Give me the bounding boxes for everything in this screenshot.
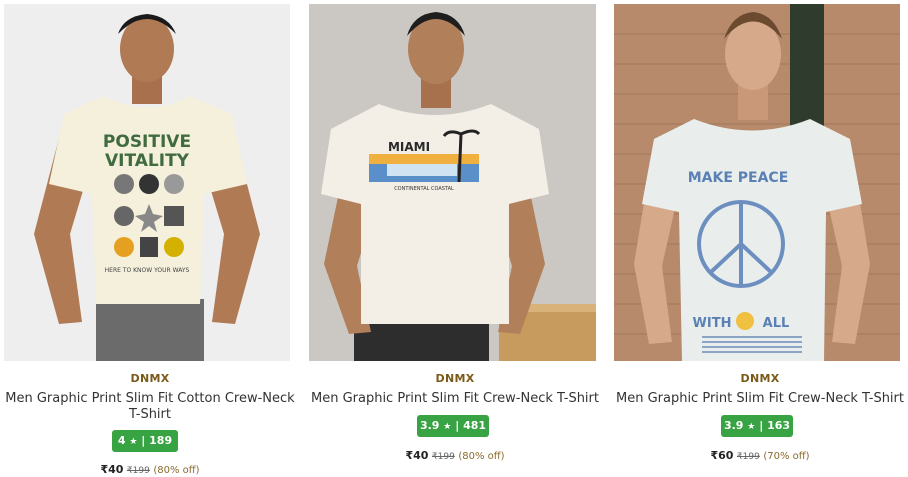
price-row: ₹60 ₹199 (70% off) [610,449,908,462]
star-icon: ★ [747,422,756,432]
rating-badge: 3.9 ★ | 163 [721,415,793,437]
discount-label: (80% off) [153,465,200,476]
rating-value: 4 [117,434,126,447]
product-brand: DNMX [740,372,780,385]
product-card[interactable]: MAKE PEACE WITH ALL DNMX Men Graphic Pri… [610,0,908,477]
price-row: ₹40 ₹199 (80% off) [0,463,300,476]
rating-value: 3.9 [723,419,744,432]
print-line2: VITALITY [105,151,190,171]
rating-badge: 3.9 ★ | 481 [417,415,489,437]
current-price: ₹40 [405,449,429,462]
product-brand: DNMX [130,372,170,385]
product-image[interactable]: MAKE PEACE WITH ALL [614,4,900,361]
rating-badge: 4 ★ | 189 [112,430,178,452]
print-line1: MAKE PEACE [688,170,789,186]
product-name[interactable]: Men Graphic Print Slim Fit Cotton Crew-N… [0,391,300,423]
print-line3: ALL [763,316,790,331]
print-line1: POSITIVE [103,132,191,152]
star-icon: ★ [129,437,138,447]
discount-label: (80% off) [458,451,505,462]
original-price: ₹199 [126,466,150,476]
original-price: ₹199 [736,452,760,462]
product-grid: POSITIVE VITALITY HERE TO KNOW YOUR WAYS… [0,0,908,477]
print-caption: CONTINENTAL COASTAL [394,186,454,192]
rating-count: 163 [767,419,791,432]
print-line2: WITH [693,316,732,331]
rating-value: 3.9 [419,419,440,432]
rating-separator: | [759,419,764,432]
product-name[interactable]: Men Graphic Print Slim Fit Crew-Neck T-S… [610,391,908,407]
rating-count: 481 [463,419,487,432]
product-card[interactable]: MIAMI CONTINENTAL COASTAL DNMX Men Graph… [305,0,605,477]
product-name[interactable]: Men Graphic Print Slim Fit Crew-Neck T-S… [305,391,605,407]
print-line1: MIAMI [388,140,430,154]
product-card[interactable]: POSITIVE VITALITY HERE TO KNOW YOUR WAYS… [0,0,300,477]
product-image[interactable]: MIAMI CONTINENTAL COASTAL [309,4,596,361]
product-brand: DNMX [435,372,475,385]
product-image[interactable]: POSITIVE VITALITY HERE TO KNOW YOUR WAYS [4,4,290,361]
print-caption: HERE TO KNOW YOUR WAYS [105,267,190,274]
discount-label: (70% off) [763,451,810,462]
current-price: ₹60 [710,449,734,462]
star-icon: ★ [443,422,452,432]
price-row: ₹40 ₹199 (80% off) [305,449,605,462]
original-price: ₹199 [431,452,455,462]
rating-separator: | [455,419,460,432]
current-price: ₹40 [100,463,124,476]
rating-count: 189 [149,434,173,447]
rating-separator: | [141,434,146,447]
